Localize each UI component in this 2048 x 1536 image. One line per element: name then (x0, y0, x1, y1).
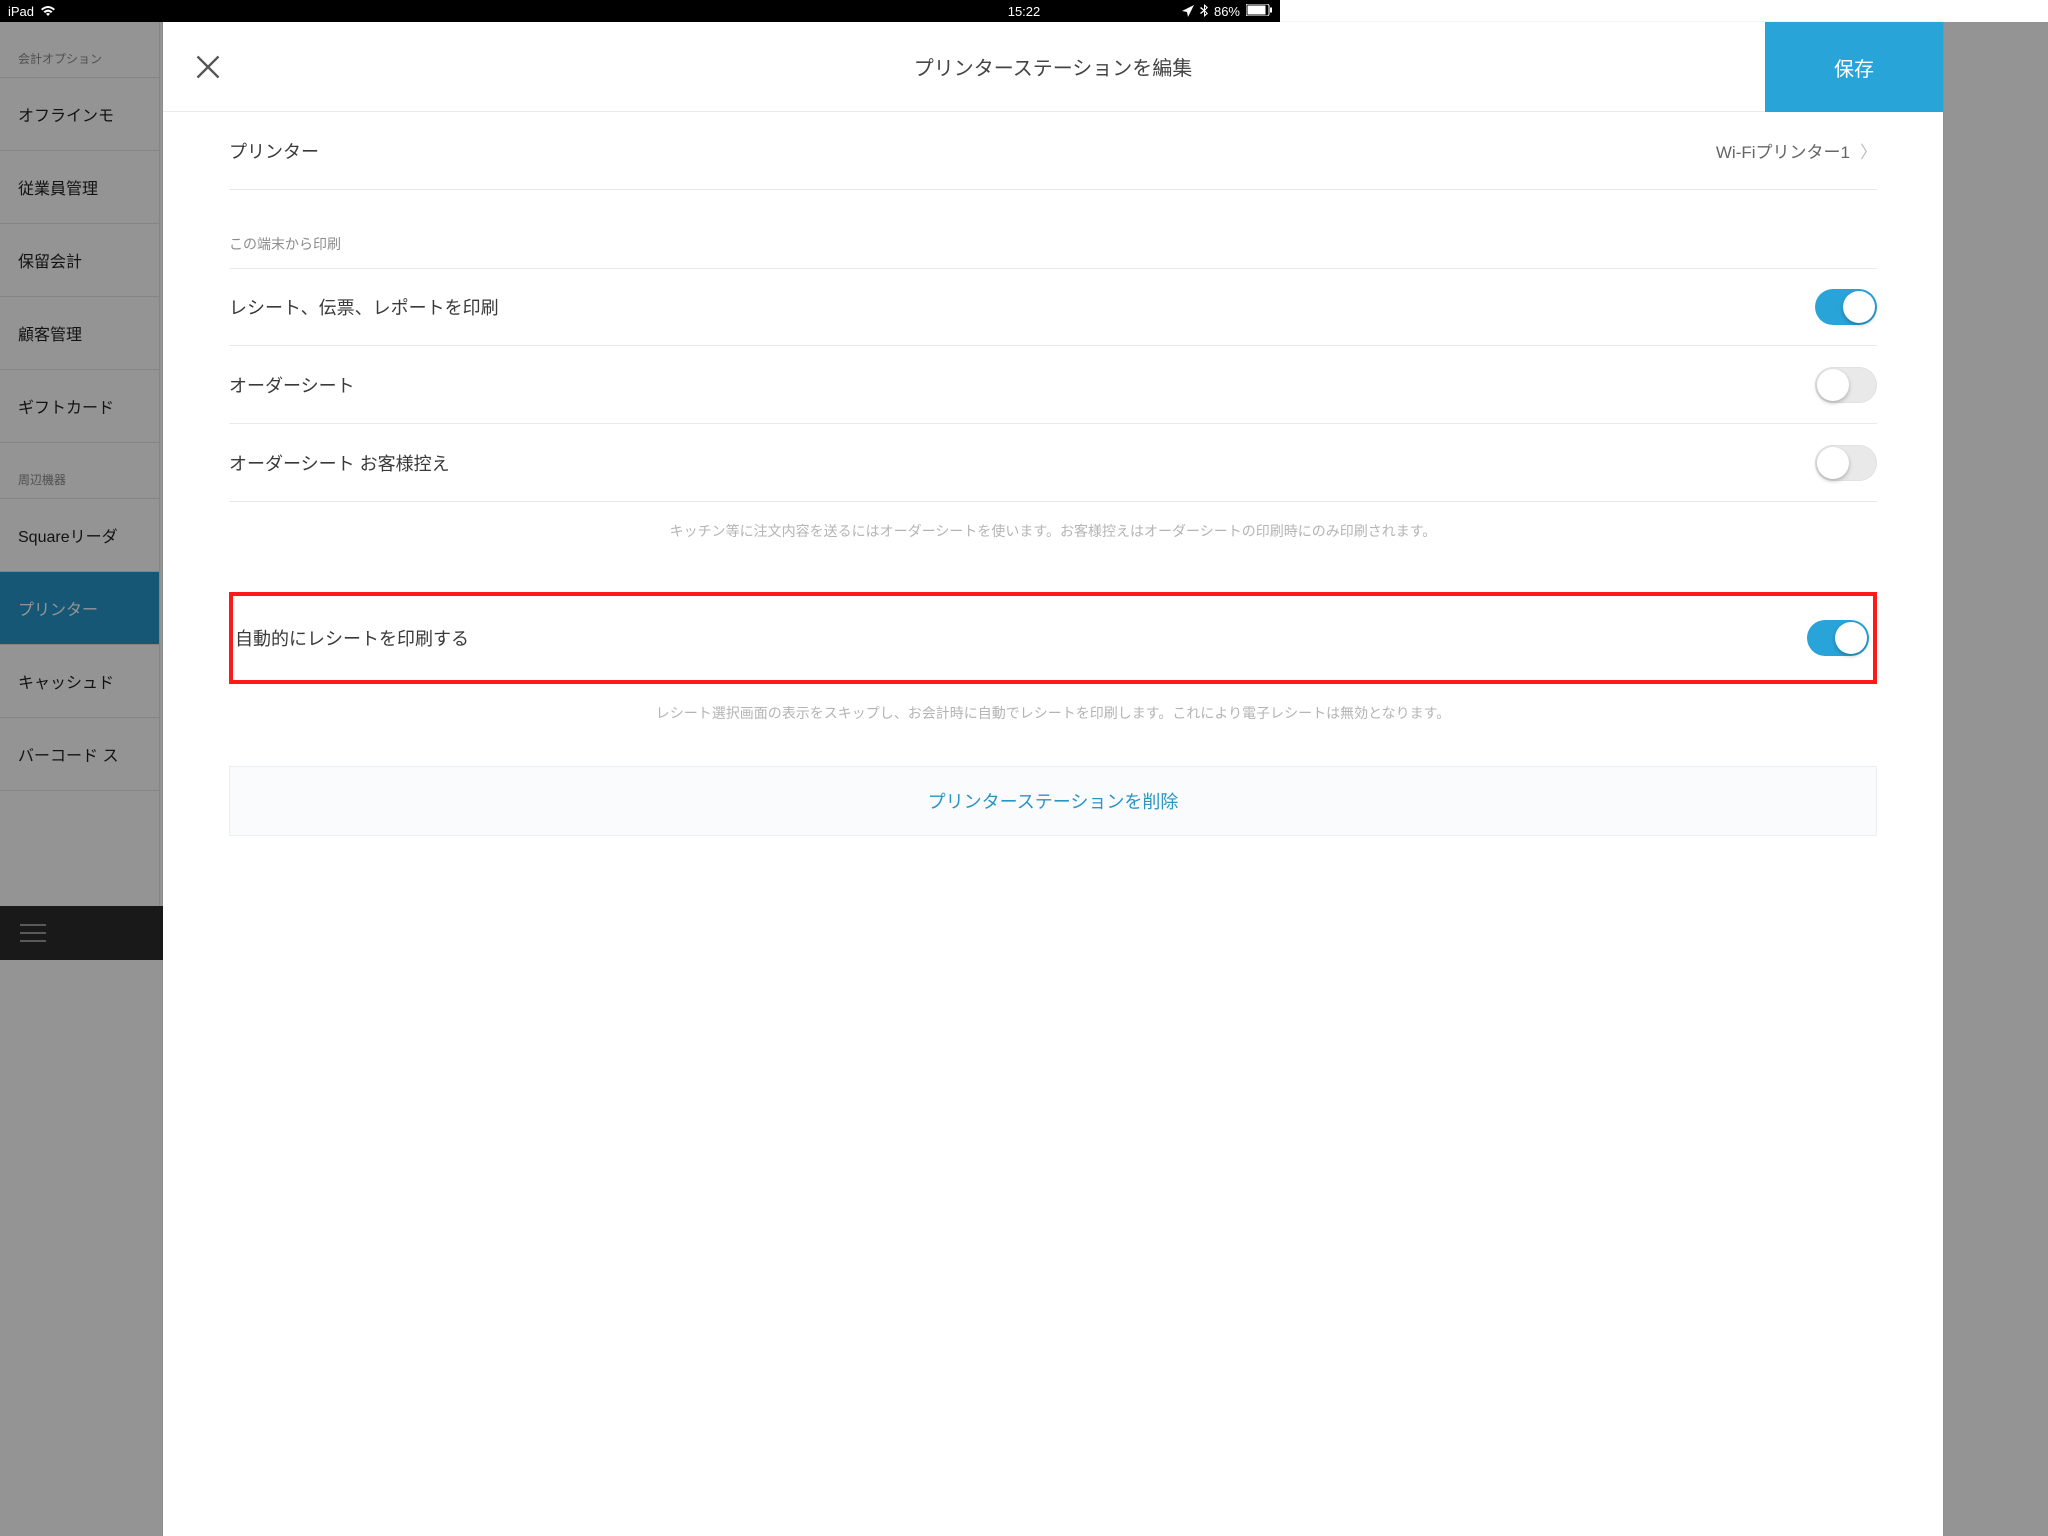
location-icon (1182, 5, 1194, 17)
clock: 15:22 (1008, 4, 1041, 19)
device-label: iPad (8, 4, 34, 19)
battery-percent: 86% (1214, 4, 1240, 19)
auto-receipt-description: レシート選択画面の表示をスキップし、お会計時に自動でレシートを印刷します。これに… (229, 684, 1877, 726)
close-icon (194, 53, 222, 81)
edit-printer-station-modal: プリンターステーションを編集 保存 プリンター Wi-Fiプリンター1 〉 この… (163, 22, 1943, 1536)
status-bar: iPad 15:22 86% (0, 0, 1280, 22)
highlighted-auto-receipt-row: 自動的にレシートを印刷する (229, 592, 1877, 684)
order-sheet-toggle[interactable] (1815, 367, 1877, 403)
wifi-icon (40, 5, 56, 17)
modal-header: プリンターステーションを編集 保存 (163, 22, 1943, 112)
printer-label: プリンター (229, 138, 319, 164)
bluetooth-icon (1200, 4, 1208, 18)
printer-value: Wi-Fiプリンター1 (1716, 138, 1850, 163)
modal-title: プリンターステーションを編集 (914, 52, 1193, 81)
section-print-from-device: この端末から印刷 (229, 190, 1877, 268)
delete-printer-station-button[interactable]: プリンターステーションを削除 (229, 766, 1877, 836)
order-sheet-description: キッチン等に注文内容を送るにはオーダーシートを使います。お客様控えはオーダーシー… (229, 502, 1877, 544)
toggle-row-order-sheet: オーダーシート (229, 346, 1877, 424)
battery-icon (1246, 4, 1272, 19)
toggle-row-auto-receipt: 自動的にレシートを印刷する (233, 596, 1873, 680)
receipts-label: レシート、伝票、レポートを印刷 (229, 294, 499, 320)
toggle-row-receipts: レシート、伝票、レポートを印刷 (229, 268, 1877, 346)
auto-receipt-label: 自動的にレシートを印刷する (235, 625, 469, 651)
auto-receipt-toggle[interactable] (1807, 620, 1869, 656)
modal-body: プリンター Wi-Fiプリンター1 〉 この端末から印刷 レシート、伝票、レポー… (163, 112, 1943, 1536)
receipts-toggle[interactable] (1815, 289, 1877, 325)
printer-row[interactable]: プリンター Wi-Fiプリンター1 〉 (229, 112, 1877, 190)
close-button[interactable] (163, 22, 253, 112)
order-sheet-customer-label: オーダーシート お客様控え (229, 450, 450, 476)
chevron-right-icon: 〉 (1860, 138, 1877, 163)
save-button[interactable]: 保存 (1765, 22, 1943, 112)
order-sheet-customer-toggle[interactable] (1815, 445, 1877, 481)
order-sheet-label: オーダーシート (229, 372, 355, 398)
toggle-row-order-sheet-customer: オーダーシート お客様控え (229, 424, 1877, 502)
